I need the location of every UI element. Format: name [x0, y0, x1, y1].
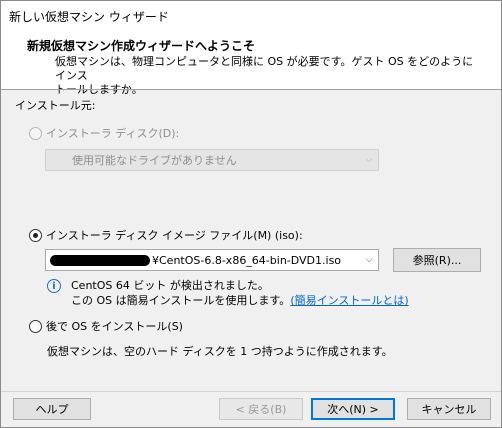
option-iso-image[interactable]: インストーラ ディスク イメージ ファイル(M) (iso): [29, 227, 303, 243]
footer-divider [1, 391, 501, 392]
option-install-later[interactable]: 後で OS をインストール(S) [29, 318, 183, 334]
iso-path-suffix: ¥CentOS-6.8-x86_64-bin-DVD1.iso [152, 253, 342, 267]
detection-line2-text: この OS は簡易インストールを使用します。 [71, 294, 291, 307]
back-button[interactable]: < 戻る(B) [219, 398, 303, 420]
next-button[interactable]: 次へ(N) > [311, 398, 395, 420]
detection-message: CentOS 64 ビット が検出されました。 この OS は簡易インストールを… [71, 278, 409, 308]
install-source-label: インストール元: [15, 99, 96, 112]
installer-disc-radio[interactable] [29, 126, 42, 140]
header-desc-line2: トールしますか。 [55, 83, 143, 96]
easy-install-link[interactable]: (簡易インストールとは) [290, 294, 408, 307]
iso-image-label: インストーラ ディスク イメージ ファイル(M) (iso): [46, 229, 303, 242]
wizard-header: 新規仮想マシン作成ウィザードへようこそ 仮想マシンは、物理コンピュータと同様に … [1, 29, 501, 96]
info-icon: i [47, 279, 61, 293]
header-divider [1, 89, 501, 90]
install-later-description: 仮想マシンは、空のハード ディスクを 1 つ持つように作成されます。 [47, 345, 393, 358]
wizard-window: 新しい仮想マシン ウィザード 新規仮想マシン作成ウィザードへようこそ 仮想マシン… [0, 0, 502, 428]
header-description: 仮想マシンは、物理コンピュータと同様に OS が必要です。ゲスト OS をどのよ… [55, 55, 475, 97]
drive-select[interactable]: 使用可能なドライブがありません ⌵ [45, 149, 379, 171]
drive-select-value: 使用可能なドライブがありません [72, 154, 237, 167]
detection-line1: CentOS 64 ビット が検出されました。 [71, 279, 269, 292]
iso-path-value: ¥CentOS-6.8-x86_64-bin-DVD1.iso [50, 254, 360, 267]
chevron-down-icon: ⌵ [365, 155, 373, 165]
header-desc-line1: 仮想マシンは、物理コンピュータと同様に OS が必要です。ゲスト OS をどのよ… [55, 55, 474, 82]
detection-line2: この OS は簡易インストールを使用します。(簡易インストールとは) [71, 293, 409, 308]
help-button[interactable]: ヘルプ [13, 398, 91, 420]
iso-image-radio[interactable] [29, 228, 42, 242]
install-later-label: 後で OS をインストール(S) [46, 320, 183, 333]
install-later-radio[interactable] [29, 319, 42, 333]
installer-disc-label: インストーラ ディスク(D): [46, 127, 180, 140]
cancel-button[interactable]: キャンセル [407, 398, 491, 420]
chevron-down-icon[interactable]: ⌵ [360, 250, 378, 270]
title-bar: 新しい仮想マシン ウィザード [1, 1, 501, 29]
iso-path-combo[interactable]: ¥CentOS-6.8-x86_64-bin-DVD1.iso ⌵ [45, 249, 379, 271]
redacted-path-segment [50, 255, 150, 266]
header-title: 新規仮想マシン作成ウィザードへようこそ [27, 39, 256, 53]
browse-button[interactable]: 参照(R)... [393, 248, 481, 272]
window-title: 新しい仮想マシン ウィザード [9, 10, 169, 24]
option-installer-disc[interactable]: インストーラ ディスク(D): [29, 125, 179, 141]
